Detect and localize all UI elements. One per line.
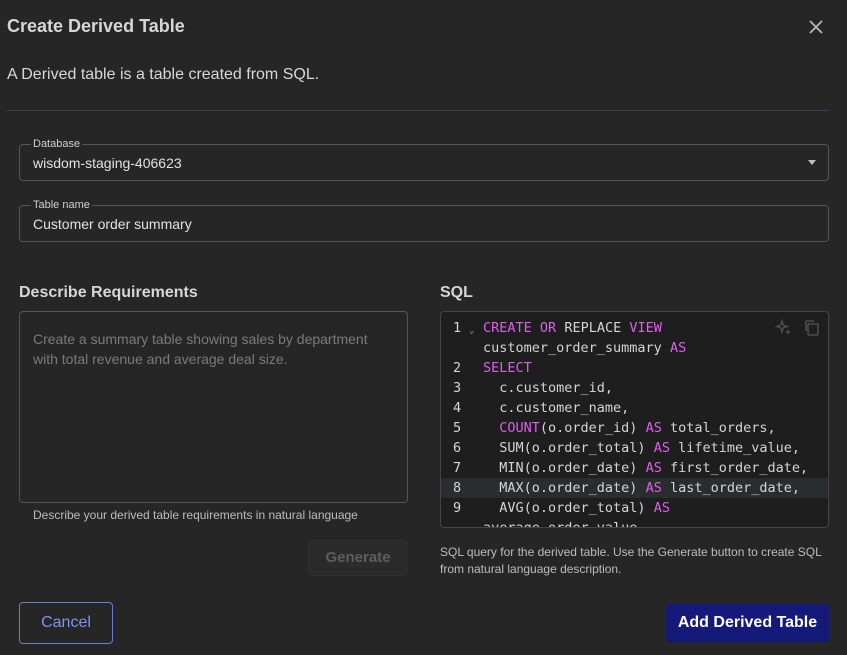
code-text: c.customer_name, bbox=[483, 398, 629, 418]
sql-keyword: VIEW bbox=[629, 320, 662, 336]
dialog-title: Create Derived Table bbox=[7, 16, 185, 36]
sql-keyword: AS bbox=[669, 340, 687, 356]
code-line[interactable]: 9 AVG(o.order_total) AS bbox=[441, 498, 828, 518]
sql-token: lifetime_value, bbox=[669, 440, 800, 456]
code-text: customer_order_summary AS bbox=[483, 338, 686, 358]
database-select[interactable]: Database wisdom-staging-406623 bbox=[19, 138, 829, 181]
line-number: 6 bbox=[453, 440, 462, 456]
sql-token: REPLACE bbox=[556, 320, 630, 336]
sql-token: MIN(o.order_date) bbox=[483, 460, 646, 476]
sql-keyword: AS bbox=[653, 440, 670, 456]
sql-keyword: AS bbox=[645, 460, 662, 476]
database-value: wisdom-staging-406623 bbox=[33, 155, 182, 171]
sql-editor[interactable]: 1 ⌄ CREATE OR REPLACE VIEW customer_order_s… bbox=[440, 311, 829, 528]
code-line[interactable]: 1 ⌄ CREATE OR REPLACE VIEW bbox=[441, 318, 828, 338]
code-text: SELECT bbox=[483, 358, 532, 378]
sql-token: average_order_value bbox=[483, 520, 638, 528]
sql-code-lines[interactable]: 1 ⌄ CREATE OR REPLACE VIEW customer_order_s… bbox=[441, 318, 828, 528]
sql-keyword: AS bbox=[645, 420, 662, 436]
add-derived-table-button[interactable]: Add Derived Table bbox=[666, 604, 829, 642]
requirements-title: Describe Requirements bbox=[19, 284, 198, 301]
header-divider bbox=[7, 110, 829, 111]
code-line[interactable]: 3 c.customer_id, bbox=[441, 378, 828, 398]
requirements-placeholder-line1: Create a summary table showing sales by … bbox=[33, 331, 368, 347]
requirements-helper-text: Describe your derived table requirements… bbox=[33, 508, 358, 522]
requirements-placeholder-line2: with total revenue and average deal size… bbox=[33, 351, 288, 367]
cancel-button[interactable]: Cancel bbox=[19, 602, 113, 644]
code-text: c.customer_id, bbox=[483, 378, 613, 398]
table-name-input[interactable]: Table name Customer order summary bbox=[19, 199, 829, 242]
code-text: average_order_value bbox=[483, 518, 638, 528]
sql-keyword: AS bbox=[653, 500, 670, 516]
sql-keyword: CREATE bbox=[483, 320, 532, 336]
sql-keyword: SELECT bbox=[483, 360, 532, 376]
copy-icon[interactable] bbox=[803, 319, 821, 337]
sql-token: last_order_date, bbox=[661, 480, 800, 496]
code-line[interactable]: 6 SUM(o.order_total) AS lifetime_value, bbox=[441, 438, 828, 458]
line-number: 1 bbox=[453, 320, 462, 336]
sql-token: c.customer_id, bbox=[483, 380, 614, 396]
sparkle-icon[interactable] bbox=[775, 319, 793, 337]
code-text: COUNT(o.order_id) AS total_orders, bbox=[483, 418, 776, 438]
line-number: 7 bbox=[453, 460, 462, 476]
sql-token: first_order_date, bbox=[661, 460, 809, 476]
dialog-subtitle: A Derived table is a table created from … bbox=[7, 66, 320, 83]
line-number: 2 bbox=[453, 360, 462, 376]
code-line[interactable]: 4 c.customer_name, bbox=[441, 398, 828, 418]
code-line[interactable]: average_order_value bbox=[441, 518, 828, 528]
database-label: Database bbox=[31, 138, 83, 150]
requirements-textarea[interactable]: Create a summary table showing sales by … bbox=[19, 311, 408, 503]
sql-token: c.customer_name, bbox=[483, 400, 630, 416]
table-name-label: Table name bbox=[31, 199, 92, 211]
sql-keyword: COUNT bbox=[499, 420, 540, 436]
generate-button[interactable]: Generate bbox=[308, 540, 408, 576]
editor-toolbar bbox=[775, 319, 821, 337]
sql-helper-line1: SQL query for the derived table. Use the… bbox=[440, 545, 822, 559]
chevron-down-icon bbox=[808, 160, 816, 165]
code-text: CREATE OR REPLACE VIEW bbox=[483, 318, 662, 338]
code-text: MIN(o.order_date) AS first_order_date, bbox=[483, 458, 808, 478]
close-icon[interactable] bbox=[806, 17, 826, 37]
code-text: SUM(o.order_total) AS lifetime_value, bbox=[483, 438, 800, 458]
sql-token: (o.order_id) bbox=[539, 420, 646, 436]
sql-helper-line2: from natural language description. bbox=[440, 562, 622, 576]
sql-token: customer_order_summary bbox=[483, 340, 670, 356]
sql-keyword: AS bbox=[645, 480, 662, 496]
sql-keyword: OR bbox=[539, 320, 557, 336]
code-line[interactable]: 8 MAX(o.order_date) AS last_order_date, bbox=[441, 478, 828, 498]
code-text: MAX(o.order_date) AS last_order_date, bbox=[483, 478, 800, 498]
line-number: 8 bbox=[453, 480, 462, 496]
line-number: 3 bbox=[453, 380, 462, 396]
line-number: 4 bbox=[453, 400, 462, 416]
line-number: 5 bbox=[453, 420, 462, 436]
code-line[interactable]: 2 SELECT bbox=[441, 358, 828, 378]
code-text: AVG(o.order_total) AS bbox=[483, 498, 670, 518]
sql-token: AVG(o.order_total) bbox=[483, 500, 654, 516]
code-line[interactable]: 5 COUNT(o.order_id) AS total_orders, bbox=[441, 418, 828, 438]
line-number: 9 bbox=[453, 500, 462, 516]
sql-token: SUM(o.order_total) bbox=[483, 440, 654, 456]
sql-token: total_orders, bbox=[661, 420, 776, 436]
table-name-value: Customer order summary bbox=[33, 216, 192, 232]
code-line[interactable]: 7 MIN(o.order_date) AS first_order_date, bbox=[441, 458, 828, 478]
sql-token: MAX(o.order_date) bbox=[483, 480, 646, 496]
code-line[interactable]: customer_order_summary AS bbox=[441, 338, 828, 358]
sql-title: SQL bbox=[440, 284, 473, 301]
